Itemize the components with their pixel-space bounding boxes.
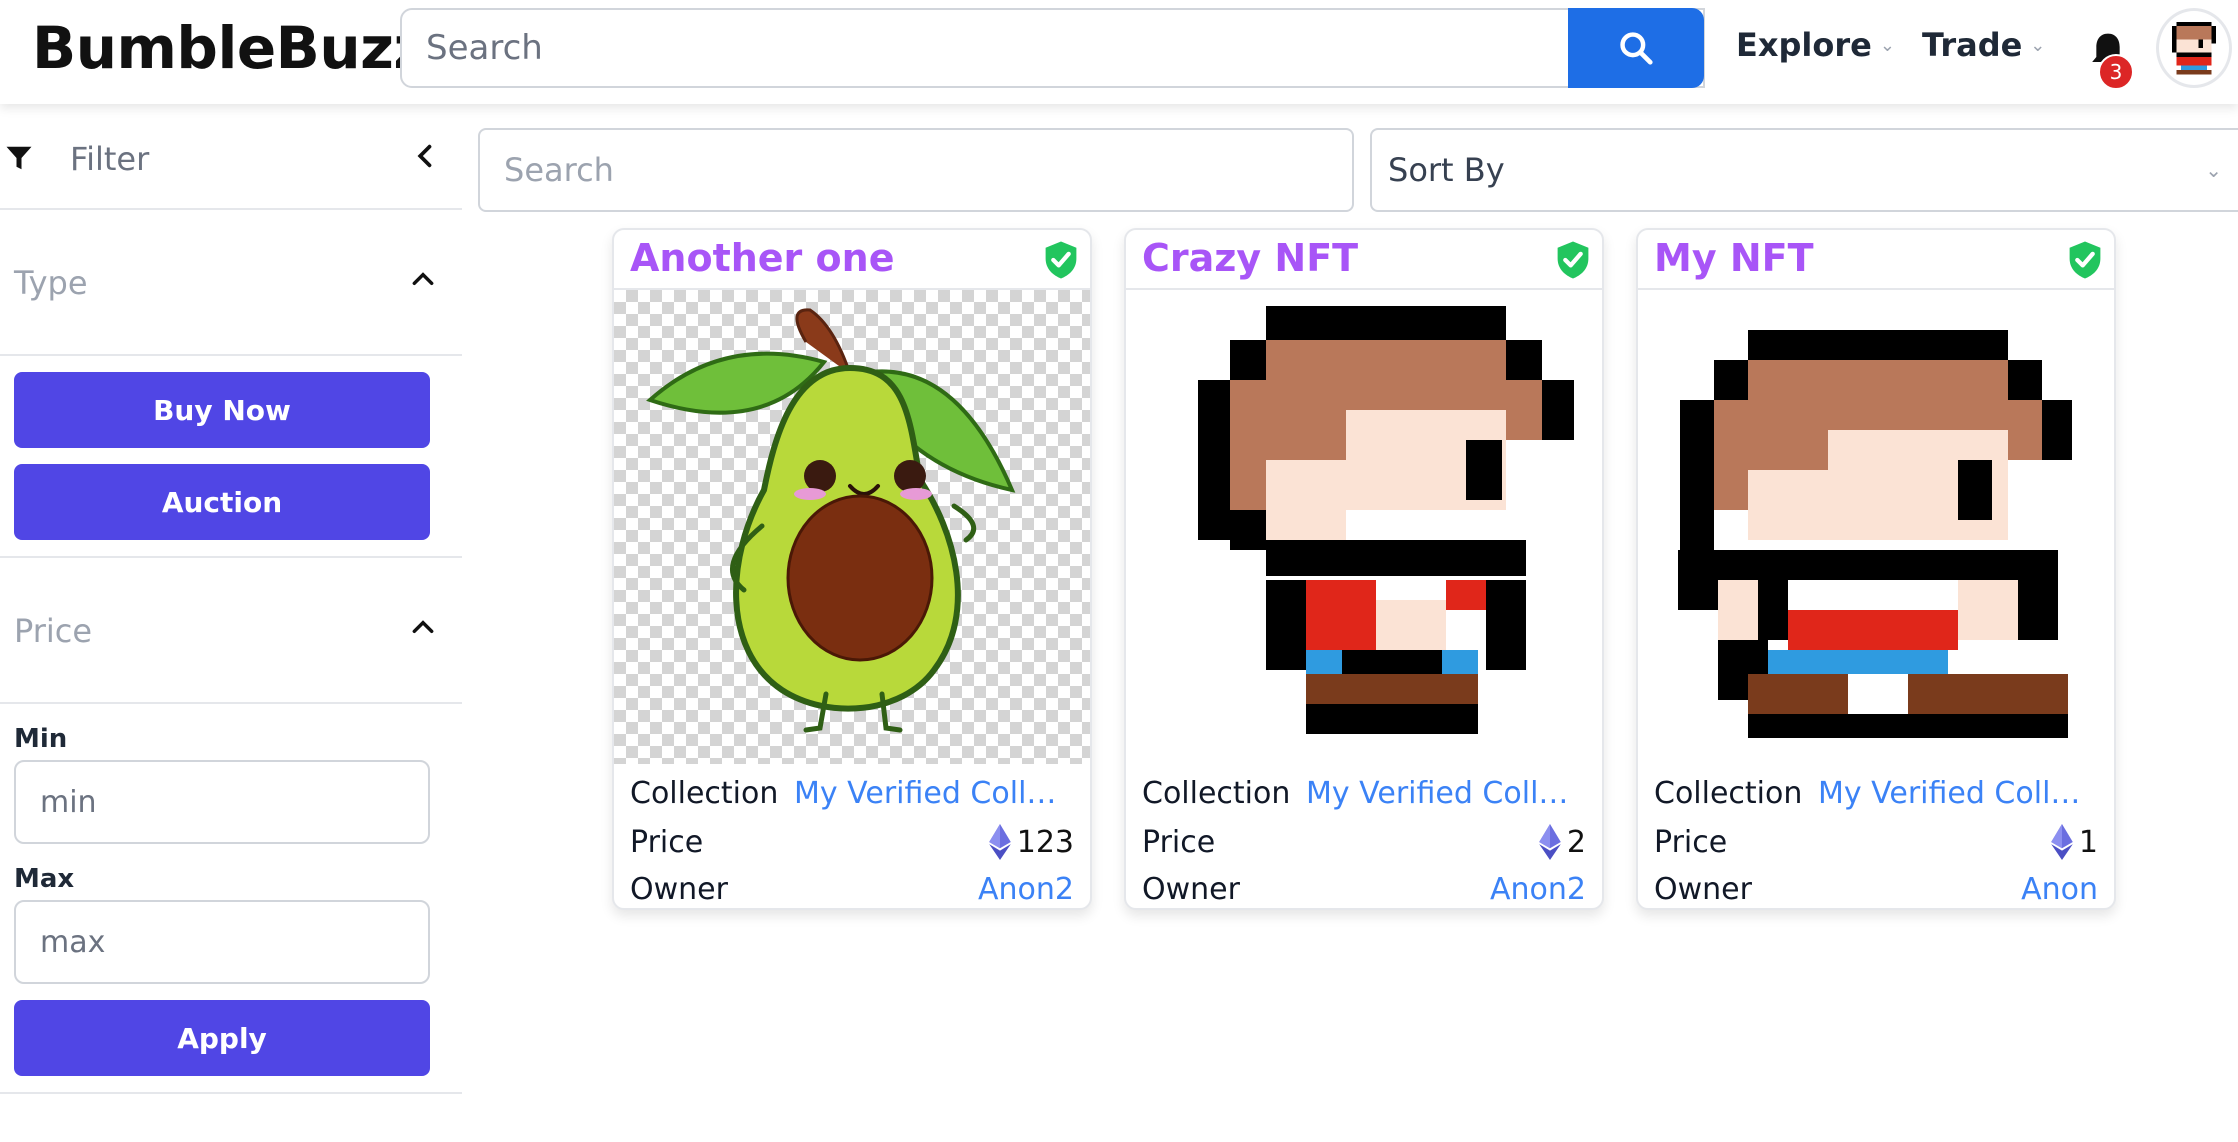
collection-link[interactable]: My Verified Collection <box>794 776 1074 811</box>
collection-link[interactable]: My Verified Collection <box>1818 776 2098 811</box>
owner-row: Owner Anon2 <box>630 872 1074 907</box>
card-title: Another one <box>630 236 895 280</box>
collection-label: Collection <box>630 776 779 811</box>
price-amount: 123 <box>1016 824 1074 860</box>
nav-trade[interactable]: Trade ⌄ <box>1922 26 2045 64</box>
collection-row: Collection My Verified Collection <box>630 776 1074 811</box>
collection-row: Collection My Verified Collection <box>1654 776 2098 811</box>
nav-trade-label: Trade <box>1922 26 2023 64</box>
nft-card[interactable]: My NFT Collection My Verified Collect Pr… <box>1636 228 2116 910</box>
verified-shield-icon <box>1045 241 1077 279</box>
ethereum-icon <box>988 824 1011 860</box>
ethereum-icon <box>1539 824 1561 860</box>
owner-label: Owner <box>630 872 728 907</box>
collection-link[interactable]: My Verified Collection <box>1306 776 1586 811</box>
divider <box>0 1092 462 1094</box>
price-section: Price <box>0 556 462 704</box>
collection-label: Collection <box>1654 776 1803 811</box>
price-row: Price 1 <box>1654 824 2098 860</box>
pixel-character-image <box>1678 330 2072 738</box>
avocado-character-image <box>646 308 1016 733</box>
card-header: Crazy NFT <box>1126 230 1602 290</box>
nav-explore[interactable]: Explore ⌄ <box>1736 26 1895 64</box>
chevron-down-icon: ⌄ <box>2030 34 2046 56</box>
price-label: Price <box>1654 824 1728 860</box>
owner-row: Owner Anon <box>1654 872 2098 907</box>
avatar[interactable] <box>2156 8 2232 88</box>
avatar-image <box>2172 21 2216 75</box>
card-title: Crazy NFT <box>1142 236 1359 280</box>
max-price-input[interactable] <box>14 900 430 984</box>
collection-label: Collection <box>1142 776 1291 811</box>
owner-label: Owner <box>1654 872 1752 907</box>
nft-card[interactable]: Crazy NFT Collection My Verified Collect… <box>1124 228 1604 910</box>
price-title: Price <box>14 612 93 650</box>
global-search-input[interactable] <box>400 8 1705 88</box>
price-value: 123 <box>988 824 1074 860</box>
chevron-up-icon[interactable] <box>410 266 436 292</box>
nft-image-pixel <box>1126 290 1602 764</box>
collapse-left-icon[interactable] <box>412 142 440 170</box>
nft-image-pixel <box>1638 290 2114 764</box>
verified-shield-icon <box>1557 241 1589 279</box>
filter-header: Filter <box>0 104 462 210</box>
type-title: Type <box>14 264 88 302</box>
search-button[interactable] <box>1568 8 1704 88</box>
owner-link[interactable]: Anon2 <box>978 872 1074 907</box>
card-header: My NFT <box>1638 230 2114 290</box>
collection-row: Collection My Verified Collection <box>1142 776 1586 811</box>
buy-now-button[interactable]: Buy Now <box>14 372 430 448</box>
price-amount: 1 <box>2078 824 2098 860</box>
filter-sidebar: Filter Type Buy Now Auction Price Min Ma… <box>0 104 462 1142</box>
owner-label: Owner <box>1142 872 1240 907</box>
owner-link[interactable]: Anon2 <box>1490 872 1586 907</box>
filter-icon[interactable] <box>4 142 34 174</box>
min-price-input[interactable] <box>14 760 430 844</box>
owner-link[interactable]: Anon <box>2021 872 2098 907</box>
chevron-down-icon: ⌄ <box>1879 34 1895 56</box>
max-label: Max <box>14 864 75 894</box>
price-label: Price <box>1142 824 1216 860</box>
notification-badge: 3 <box>2098 54 2134 90</box>
chevron-up-icon[interactable] <box>410 614 436 640</box>
price-row: Price 123 <box>630 824 1074 860</box>
pixel-character-image <box>1198 306 1574 734</box>
min-label: Min <box>14 724 68 754</box>
filter-label: Filter <box>70 140 150 178</box>
apply-button[interactable]: Apply <box>14 1000 430 1076</box>
sort-by-select[interactable]: Sort By ⌄ <box>1370 128 2238 212</box>
price-value: 2 <box>1539 824 1586 860</box>
nft-image-avocado <box>614 290 1090 764</box>
price-value: 1 <box>2051 824 2098 860</box>
card-header: Another one <box>614 230 1090 290</box>
price-label: Price <box>630 824 704 860</box>
auction-button[interactable]: Auction <box>14 464 430 540</box>
nav-explore-label: Explore <box>1736 26 1872 64</box>
verified-shield-icon <box>2069 241 2101 279</box>
type-section: Type <box>0 210 462 356</box>
price-row: Price 2 <box>1142 824 1586 860</box>
nft-card[interactable]: Another one Collection My Verified Colle… <box>612 228 1092 910</box>
price-amount: 2 <box>1566 824 1586 860</box>
chevron-down-icon: ⌄ <box>2205 158 2222 182</box>
top-navbar: BumbleBuzz Explore ⌄ Trade ⌄ 3 <box>0 0 2238 104</box>
sort-by-label: Sort By <box>1388 151 1505 189</box>
ethereum-icon <box>2051 824 2073 860</box>
logo[interactable]: BumbleBuzz <box>32 14 427 82</box>
card-title: My NFT <box>1654 236 1814 280</box>
nft-search-input[interactable] <box>478 128 1354 212</box>
owner-row: Owner Anon2 <box>1142 872 1586 907</box>
search-icon <box>1620 32 1653 65</box>
